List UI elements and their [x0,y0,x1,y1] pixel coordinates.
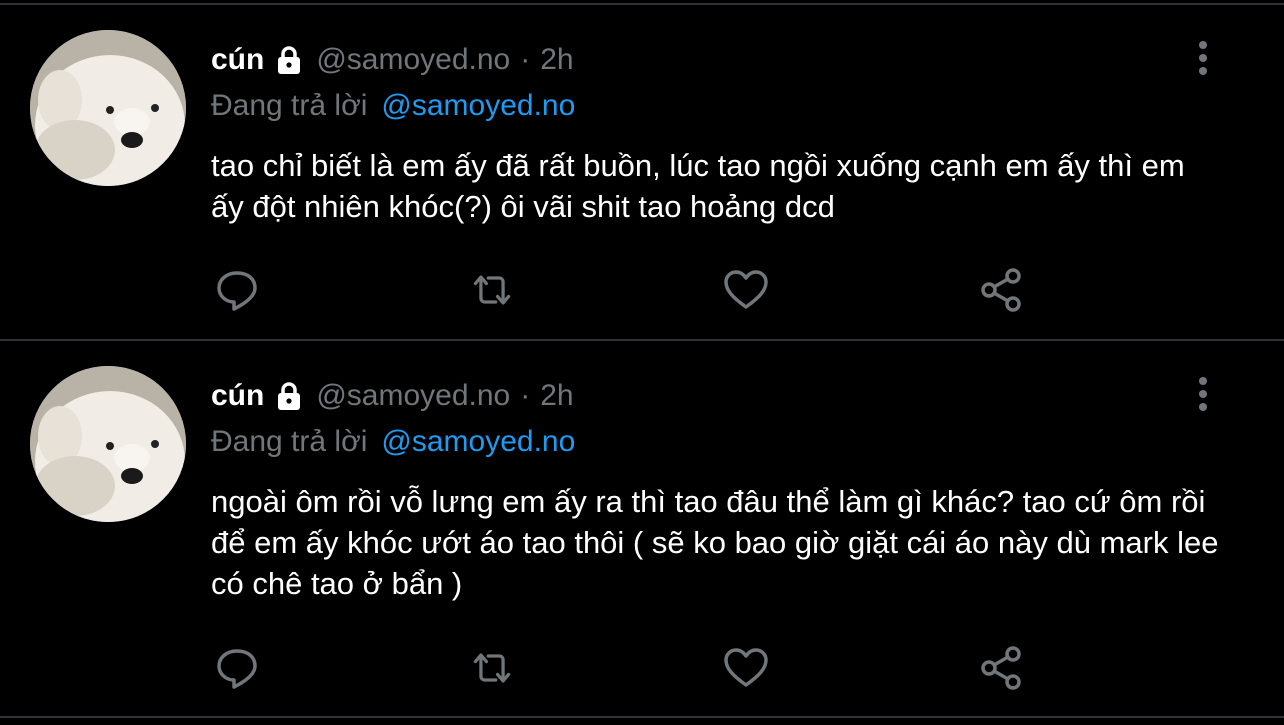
share-button[interactable] [977,644,1025,692]
retweet-icon [473,275,511,305]
tweet-divider [0,339,1284,341]
reply-user-link[interactable]: @samoyed.no [381,425,575,459]
share-button[interactable] [977,266,1025,314]
avatar[interactable] [30,30,186,186]
retweet-button[interactable] [468,266,516,314]
display-name[interactable]: cún [211,379,264,413]
share-icon [981,646,1021,690]
share-icon [981,268,1021,312]
reply-button[interactable] [213,266,261,314]
handle[interactable]: @samoyed.no [316,379,510,413]
tweet-text: tao chỉ biết là em ấy đã rất buồn, lúc t… [211,148,1185,224]
heart-icon [724,648,768,687]
reply-context: Đang trả lời @samoyed.no [211,86,575,126]
reply-button[interactable] [213,644,261,692]
lock-icon [274,45,304,75]
handle[interactable]: @samoyed.no [316,43,510,77]
tweet-text: ngoài ôm rồi vỗ lưng em ấy ra thì tao đâ… [211,484,1219,601]
retweet-button[interactable] [468,644,516,692]
avatar[interactable] [30,366,186,522]
separator: · [520,379,531,412]
retweet-icon [473,653,511,683]
lock-icon [274,381,304,411]
reply-context: Đang trả lời @samoyed.no [211,422,575,462]
timestamp[interactable]: 2h [540,379,573,413]
bottom-divider [0,716,1284,718]
reply-user-link[interactable]: @samoyed.no [381,89,575,123]
like-button[interactable] [722,644,770,692]
timestamp[interactable]: 2h [540,43,573,77]
top-divider [0,3,1284,5]
tweet-header: cún @samoyed.no · 2h [211,40,574,80]
heart-icon [724,270,768,309]
reply-prefix: Đang trả lời [211,89,368,122]
reply-icon [217,649,257,689]
more-vertical-icon[interactable] [1190,374,1216,414]
display-name[interactable]: cún [211,43,264,77]
tweet-header: cún @samoyed.no · 2h [211,376,574,416]
more-vertical-icon[interactable] [1190,38,1216,78]
reply-prefix: Đang trả lời [211,425,368,458]
like-button[interactable] [722,266,770,314]
reply-icon [217,271,257,311]
separator: · [520,43,531,76]
